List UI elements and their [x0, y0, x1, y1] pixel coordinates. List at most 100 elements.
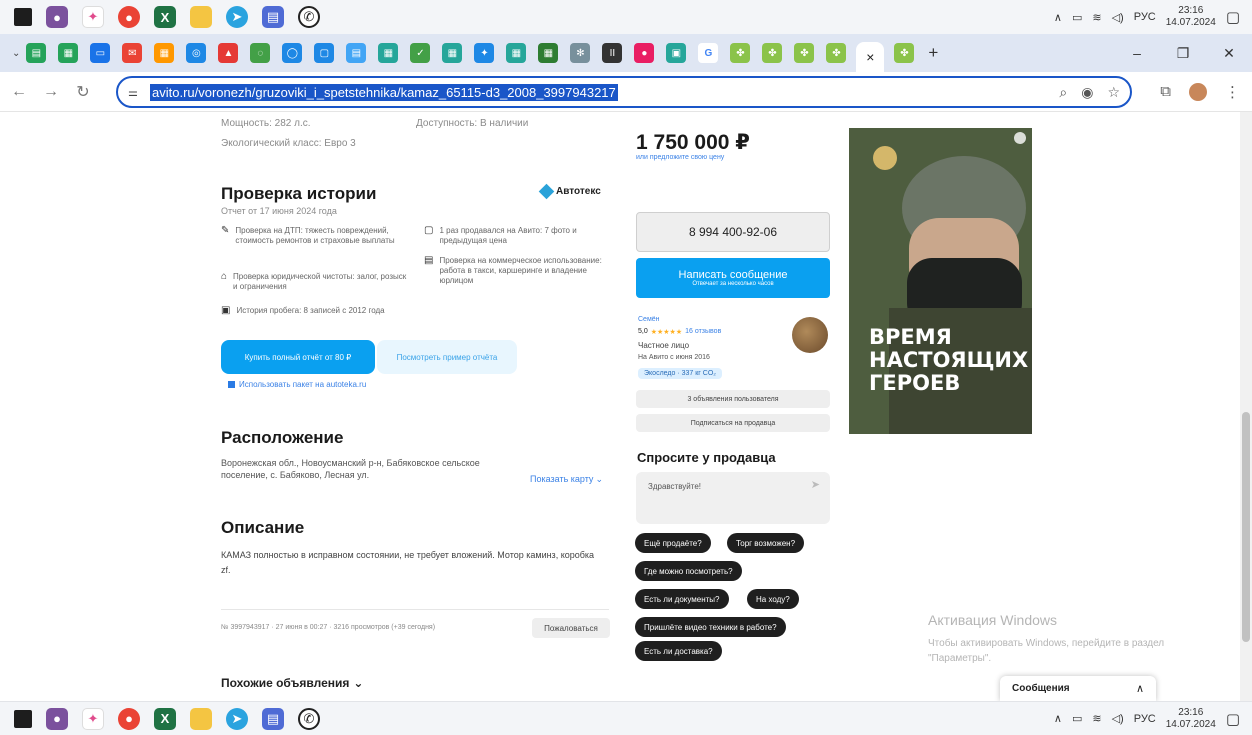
profile-avatar[interactable] — [1189, 82, 1207, 101]
write-message-button[interactable]: Написать сообщение Отвечает за несколько… — [636, 258, 830, 298]
tab-favicon[interactable]: ● — [634, 43, 655, 63]
phone-button[interactable]: 8 994 400-92-06 — [636, 212, 830, 252]
whatsapp-icon[interactable]: ✆ — [298, 707, 320, 730]
clock[interactable]: 23:16 14.07.2024 — [1166, 707, 1216, 731]
eye-off-icon[interactable]: ◉ — [1081, 84, 1093, 101]
offer-price-link[interactable]: или предложите свою цену — [636, 154, 724, 161]
document-app-icon[interactable]: ▤ — [262, 707, 284, 730]
bookmark-star-icon[interactable]: ☆ — [1107, 84, 1120, 101]
active-tab-close-icon[interactable]: × — [856, 42, 885, 72]
new-tab-button[interactable]: + — [928, 43, 938, 63]
excel-icon[interactable]: X — [154, 6, 176, 28]
start-icon[interactable] — [14, 8, 32, 26]
tab-favicon[interactable]: ✤ — [794, 43, 815, 63]
quick-question-chip[interactable]: Пришлёте видео техники в работе? — [635, 617, 786, 637]
seller-avatar[interactable] — [792, 317, 828, 353]
ad-banner[interactable]: ВРЕМЯ НАСТОЯЩИХ ГЕРОЕВ — [849, 128, 1032, 434]
chevron-up-icon[interactable]: ∧ — [1054, 11, 1062, 24]
folder-icon[interactable] — [190, 6, 212, 28]
tab-favicon[interactable]: ▦ — [442, 43, 463, 63]
tab-favicon[interactable]: ▦ — [378, 43, 399, 63]
start-icon[interactable] — [14, 709, 32, 728]
excel-icon[interactable]: X — [154, 707, 176, 730]
quick-question-chip[interactable]: На ходу? — [747, 589, 799, 609]
tab-favicon[interactable]: G — [698, 43, 719, 63]
subscribe-button[interactable]: Подписаться на продавца — [636, 414, 830, 432]
tab-favicon[interactable]: ▲ — [218, 43, 239, 63]
send-icon[interactable]: ➤ — [811, 478, 820, 491]
tab-favicon[interactable]: ▢ — [314, 43, 335, 63]
quick-question-chip[interactable]: Ещё продаёте? — [635, 533, 711, 553]
language-indicator[interactable]: РУС — [1134, 713, 1156, 725]
quick-question-chip[interactable]: Есть ли доставка? — [635, 641, 722, 661]
grid-app-icon[interactable]: ✦ — [82, 707, 104, 730]
viber-icon[interactable]: ● — [46, 6, 68, 28]
address-bar[interactable]: ⚌ avito.ru/voronezh/gruzoviki_i_spetsteh… — [116, 76, 1132, 108]
zoom-icon[interactable]: ⌕ — [1059, 84, 1067, 101]
forward-icon[interactable]: → — [38, 83, 64, 101]
ad-info-icon[interactable] — [1014, 132, 1026, 144]
seller-ads-button[interactable]: 3 объявления пользователя — [636, 390, 830, 408]
tab-favicon[interactable]: ◌ — [250, 43, 271, 63]
seller-name[interactable]: Семён — [638, 316, 660, 323]
whatsapp-icon[interactable]: ✆ — [298, 6, 320, 28]
page-scrollbar[interactable] — [1240, 112, 1252, 701]
network-icon[interactable]: ▭ — [1072, 11, 1082, 24]
tab-favicon[interactable]: ▭ — [90, 43, 111, 63]
telegram-icon[interactable]: ➤ — [226, 6, 248, 28]
url-text[interactable]: avito.ru/voronezh/gruzoviki_i_spetstehni… — [150, 83, 618, 101]
reviews-link[interactable]: 16 отзывов — [685, 328, 721, 336]
back-icon[interactable]: ← — [6, 83, 32, 101]
chrome-icon[interactable]: ● — [118, 6, 140, 28]
tab-favicon[interactable]: ✤ — [762, 43, 783, 63]
scrollbar-thumb[interactable] — [1242, 412, 1250, 642]
tab-favicon[interactable]: ◯ — [282, 43, 303, 63]
show-map-link[interactable]: Показать карту ⌄ — [530, 474, 603, 485]
tab-favicon[interactable]: ▣ — [666, 43, 687, 63]
tab-favicon[interactable]: ✓ — [410, 43, 431, 63]
restore-icon[interactable]: ❐ — [1160, 45, 1206, 62]
extensions-icon[interactable]: ⧉ — [1160, 83, 1171, 100]
chrome-icon[interactable]: ● — [118, 707, 140, 730]
volume-icon[interactable]: ◁) — [1112, 11, 1124, 24]
quick-question-chip[interactable]: Торг возможен? — [727, 533, 805, 553]
messages-popup[interactable]: Сообщения ∧ — [1000, 676, 1156, 701]
buy-report-button[interactable]: Купить полный отчёт от 80 ₽ — [221, 340, 375, 374]
tab-favicon[interactable]: ✤ — [826, 43, 847, 63]
tab-favicon[interactable]: ▦ — [154, 43, 175, 63]
tab-favicon[interactable]: II — [602, 43, 623, 63]
tab-favicon[interactable]: ◎ — [186, 43, 207, 63]
tab-favicon[interactable]: ✦ — [474, 43, 495, 63]
tab-favicon[interactable]: ▦ — [538, 43, 559, 63]
language-indicator[interactable]: РУС — [1134, 11, 1156, 23]
close-window-icon[interactable]: ✕ — [1206, 45, 1252, 62]
example-report-button[interactable]: Посмотреть пример отчёта — [377, 340, 517, 374]
wifi-icon[interactable]: ≋ — [1092, 712, 1101, 725]
grid-app-icon[interactable]: ✦ — [82, 6, 104, 28]
volume-icon[interactable]: ◁) — [1112, 712, 1124, 725]
similar-listings-header[interactable]: Похожие объявления ⌄ — [221, 676, 363, 690]
telegram-icon[interactable]: ➤ — [226, 707, 248, 730]
message-input[interactable]: Здравствуйте! ➤ — [636, 472, 830, 524]
clock[interactable]: 23:16 14.07.2024 — [1166, 5, 1216, 29]
quick-question-chip[interactable]: Есть ли документы? — [635, 589, 729, 609]
minimize-icon[interactable]: – — [1114, 45, 1160, 61]
quick-question-chip[interactable]: Где можно посмотреть? — [635, 561, 742, 581]
complain-button[interactable]: Пожаловаться — [532, 618, 610, 638]
folder-icon[interactable] — [190, 707, 212, 730]
tab-favicon[interactable]: ▦ — [58, 43, 79, 63]
site-info-icon[interactable]: ⚌ — [128, 86, 138, 99]
tab-search-icon[interactable]: ⌄ — [12, 48, 20, 59]
reload-icon[interactable]: ↻ — [70, 82, 96, 102]
notifications-icon[interactable]: ▢ — [1226, 8, 1240, 26]
viber-icon[interactable]: ● — [46, 707, 68, 730]
chevron-up-icon[interactable]: ∧ — [1054, 712, 1062, 725]
tab-favicon[interactable]: ▦ — [506, 43, 527, 63]
notifications-icon[interactable]: ▢ — [1226, 710, 1240, 728]
wifi-icon[interactable]: ≋ — [1092, 11, 1101, 24]
tab-favicon[interactable]: ▤ — [346, 43, 367, 63]
tab-favicon[interactable]: ✻ — [570, 43, 591, 63]
autoteka-package-link[interactable]: Использовать пакет на autoteka.ru — [228, 380, 366, 389]
tab-favicon[interactable]: ▤ — [26, 43, 47, 63]
tab-favicon[interactable]: ✤ — [730, 43, 751, 63]
